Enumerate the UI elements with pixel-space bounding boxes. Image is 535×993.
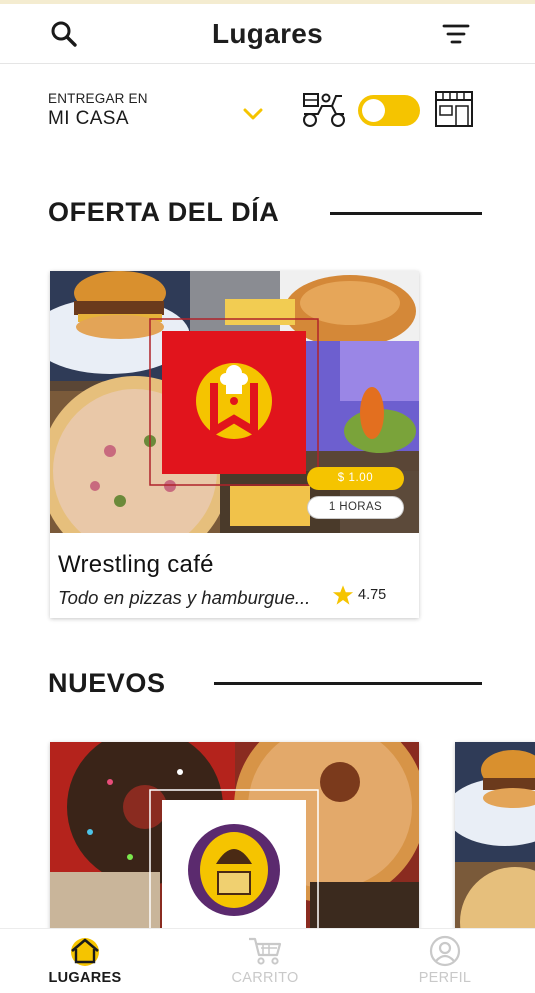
star-icon [332, 585, 354, 605]
delivery-scooter-icon[interactable] [300, 90, 348, 128]
price-badge: $ 1.00 [307, 467, 404, 490]
section-divider [330, 212, 482, 215]
delivery-mode-toggle[interactable] [358, 95, 420, 126]
cupcake-logo [188, 824, 280, 916]
user-icon [429, 935, 461, 967]
new-section-title: NUEVOS [48, 668, 166, 698]
nav-label: LUGARES [48, 970, 122, 986]
nav-label: PERFIL [418, 970, 472, 986]
offer-card[interactable]: $ 1.00 1 HORAS Wrestling café Todo en pi… [50, 271, 419, 618]
app-header: Lugares [0, 4, 535, 64]
chef-hat-logo [196, 363, 272, 439]
nav-item-lugares[interactable]: LUGARES [20, 929, 150, 993]
new-place-card[interactable] [50, 742, 419, 932]
section-divider [214, 682, 482, 685]
storefront-icon[interactable] [434, 90, 474, 128]
chevron-down-icon[interactable] [242, 106, 264, 122]
nav-item-perfil[interactable]: PERFIL [380, 929, 510, 993]
offer-card-image: $ 1.00 1 HORAS [50, 271, 419, 533]
donut-collage-image [50, 742, 419, 932]
new-place-card[interactable] [455, 742, 535, 932]
filter-icon [442, 24, 470, 44]
deliver-to-label: ENTREGAR EN [48, 91, 148, 106]
nav-item-carrito[interactable]: CARRITO [200, 929, 330, 993]
burger-collage-image [455, 742, 535, 932]
filter-button[interactable] [436, 14, 476, 54]
delivery-location-bar: ENTREGAR EN MI CASA [48, 86, 488, 136]
toggle-knob [362, 99, 385, 122]
restaurant-name: Wrestling café [58, 551, 214, 578]
nav-label: CARRITO [231, 970, 299, 986]
delivery-time-badge: 1 HORAS [307, 496, 404, 519]
restaurant-rating: 4.75 [332, 584, 386, 606]
bottom-navigation: LUGARES CARRITO PERFIL [0, 928, 535, 993]
rating-value: 4.75 [358, 587, 387, 603]
home-icon [71, 938, 99, 966]
delivery-location-value[interactable]: MI CASA [48, 108, 129, 130]
restaurant-description: Todo en pizzas y hamburgue... [58, 587, 311, 608]
offer-section-title: OFERTA DEL DÍA [48, 197, 280, 227]
cart-icon [249, 937, 282, 965]
food-collage-image [50, 271, 419, 533]
